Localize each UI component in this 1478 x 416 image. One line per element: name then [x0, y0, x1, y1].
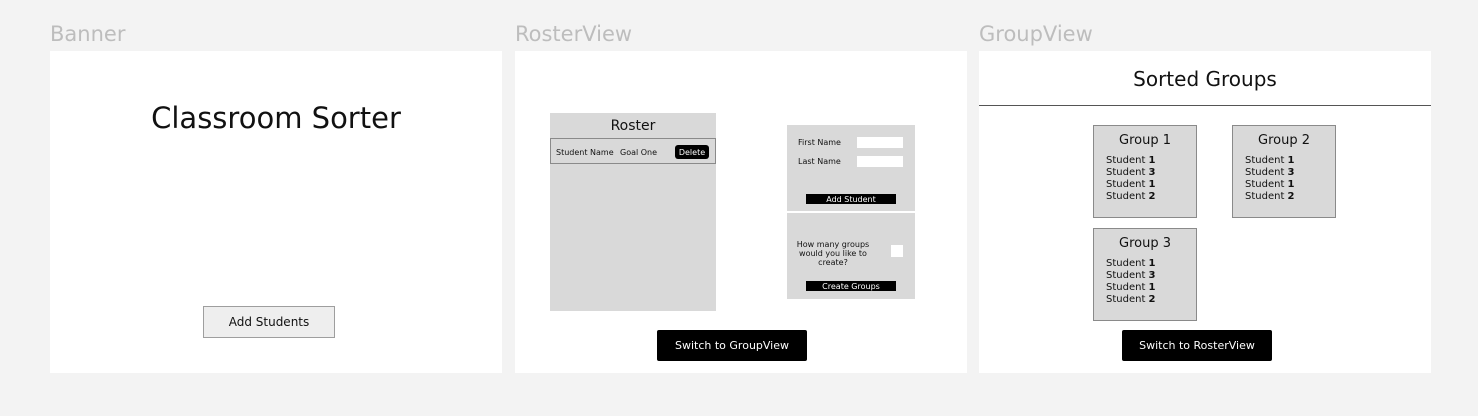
create-groups-button[interactable]: Create Groups — [806, 281, 896, 291]
last-name-label: Last Name — [798, 157, 841, 166]
switch-to-groupview-button[interactable]: Switch to GroupView — [657, 330, 807, 361]
group-card: Group 3 Student 1 Student 3 Student 1 St… — [1093, 228, 1197, 321]
list-item: Student 1 — [1106, 179, 1156, 190]
create-groups-form: How many groups would you like to create… — [787, 213, 915, 299]
sorted-groups-header: Sorted Groups — [979, 51, 1431, 106]
add-student-form: First Name Last Name Add Student — [787, 125, 915, 211]
roster-student-name: Student Name — [556, 148, 614, 157]
group-title: Group 1 — [1119, 133, 1171, 148]
frame-label-rosterview: RosterView — [515, 22, 633, 46]
list-item: Student 2 — [1106, 191, 1156, 202]
group-card: Group 2 Student 1 Student 3 Student 1 St… — [1232, 125, 1336, 218]
rosterview-frame: Roster Student Name Goal One Delete Firs… — [515, 51, 967, 373]
group-members: Student 1 Student 3 Student 1 Student 2 — [1106, 155, 1156, 203]
first-name-label: First Name — [798, 138, 841, 147]
roster-row: Student Name Goal One Delete — [550, 138, 716, 164]
list-item: Student 3 — [1106, 270, 1156, 281]
list-item: Student 1 — [1106, 282, 1156, 293]
group-members: Student 1 Student 3 Student 1 Student 2 — [1106, 258, 1156, 306]
roster-panel: Roster Student Name Goal One Delete — [550, 113, 716, 311]
add-student-button[interactable]: Add Student — [806, 194, 896, 204]
group-count-field[interactable] — [891, 245, 903, 257]
roster-title: Roster — [610, 118, 656, 134]
frame-label-banner: Banner — [50, 22, 126, 46]
delete-button[interactable]: Delete — [675, 145, 709, 159]
list-item: Student 1 — [1106, 155, 1156, 166]
list-item: Student 1 — [1245, 155, 1295, 166]
add-students-button[interactable]: Add Students — [203, 306, 335, 338]
groupview-frame: Sorted Groups Group 1 Student 1 Student … — [979, 51, 1431, 373]
switch-to-rosterview-button[interactable]: Switch to RosterView — [1122, 330, 1272, 361]
list-item: Student 1 — [1106, 258, 1156, 269]
list-item: Student 3 — [1245, 167, 1295, 178]
banner-frame: Classroom Sorter Add Students — [50, 51, 502, 373]
roster-goal: Goal One — [620, 148, 658, 157]
list-item: Student 1 — [1245, 179, 1295, 190]
list-item: Student 3 — [1106, 167, 1156, 178]
group-title: Group 2 — [1258, 133, 1310, 148]
list-item: Student 2 — [1245, 191, 1295, 202]
app-title: Classroom Sorter — [151, 101, 401, 135]
frame-label-groupview: GroupView — [979, 22, 1093, 46]
list-item: Student 2 — [1106, 294, 1156, 305]
group-card: Group 1 Student 1 Student 3 Student 1 St… — [1093, 125, 1197, 218]
group-title: Group 3 — [1119, 236, 1171, 251]
last-name-field[interactable] — [857, 156, 903, 167]
sorted-groups-title: Sorted Groups — [1133, 67, 1277, 91]
groups-question: How many groups would you like to create… — [796, 240, 870, 267]
first-name-field[interactable] — [857, 137, 903, 148]
group-members: Student 1 Student 3 Student 1 Student 2 — [1245, 155, 1295, 203]
